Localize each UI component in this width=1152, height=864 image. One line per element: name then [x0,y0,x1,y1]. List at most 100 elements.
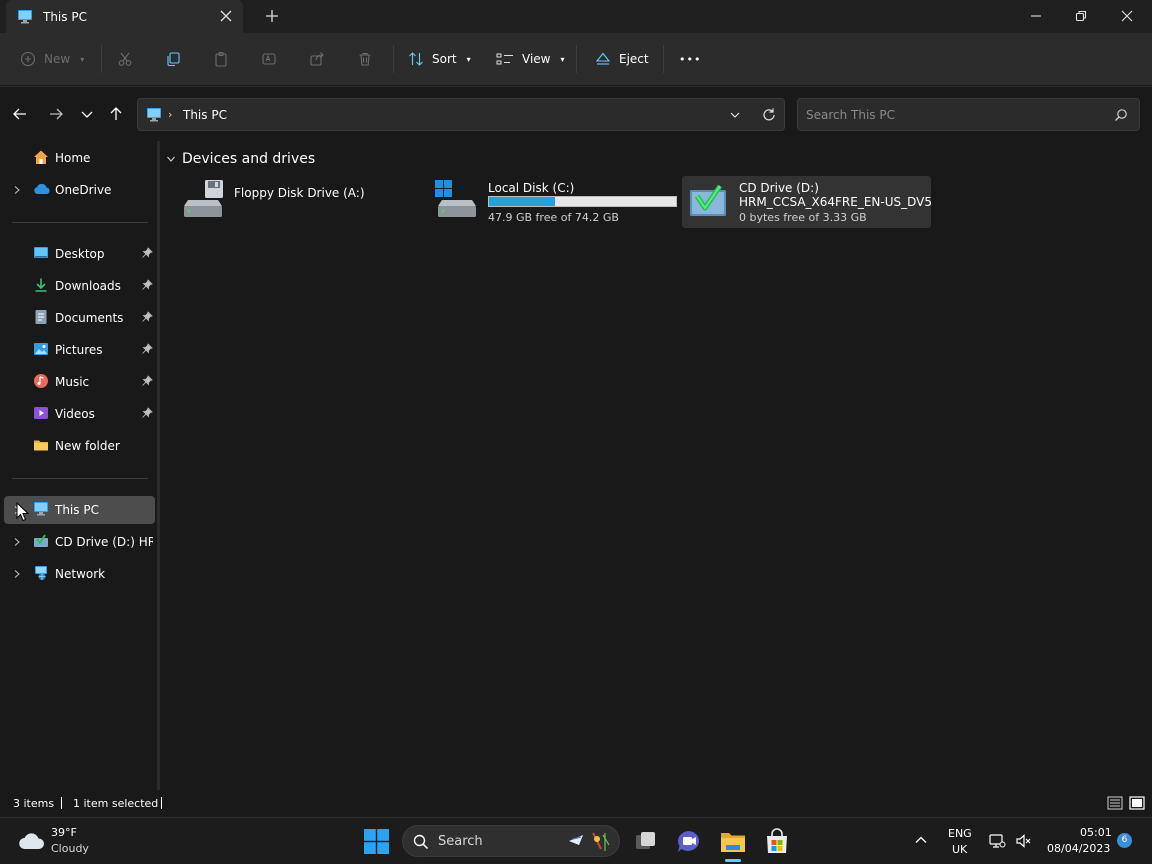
up-icon[interactable] [108,106,124,122]
sidebar-item-downloads[interactable]: Downloads [4,272,155,300]
music-icon [33,373,49,389]
search-box[interactable] [797,98,1140,131]
monitor-icon [33,501,49,516]
new-label: New [44,52,71,66]
group-header-devices[interactable]: Devices and drives [166,151,315,167]
group-title: Devices and drives [182,151,316,167]
forward-icon[interactable] [48,106,64,122]
volume-muted-icon[interactable] [1015,833,1032,849]
share-icon [309,51,325,67]
sidebar-item-label: This PC [55,503,99,517]
search-icon[interactable] [1114,108,1128,122]
breadcrumb-this-pc[interactable]: This PC [183,108,227,122]
status-divider [161,797,162,809]
separator [663,45,664,73]
mouse-cursor-icon [16,502,29,522]
tab-this-pc[interactable]: This PC [6,0,243,33]
file-list: Devices and drives Floppy Disk Drive (A:… [160,141,1152,790]
weather-condition[interactable]: Cloudy [51,842,89,855]
pin-icon[interactable] [141,375,153,387]
input-language[interactable]: ENG [948,827,972,840]
rename-button[interactable] [261,33,277,85]
address-field[interactable]: › This PC [137,98,785,131]
sidebar-item-videos[interactable]: Videos [4,400,155,428]
sidebar-item-label: Documents [55,311,124,325]
sort-icon [408,51,424,67]
close-window-icon[interactable] [1119,8,1135,24]
sidebar-item-music[interactable]: Music [4,368,155,396]
drive-free-space: 47.9 GB free of 74.2 GB [488,211,619,224]
sidebar-item-new-folder[interactable]: New folder [4,432,155,460]
drive-volume-label: HRM_CCSA_X64FRE_EN-US_DV5 [739,195,932,209]
teams-chat-icon[interactable] [672,825,706,859]
back-icon[interactable] [12,106,28,122]
input-region[interactable]: UK [952,843,967,856]
pin-icon[interactable] [141,279,153,291]
task-view-icon[interactable] [629,825,663,859]
eject-icon [595,51,611,67]
chevron-down-icon: ▾ [560,54,565,64]
chevron-up-icon[interactable] [914,833,928,847]
drive-usage-bar [488,196,677,207]
trash-icon [357,51,373,67]
sidebar-item-cd-drive[interactable]: CD Drive (D:) HRM_ [4,528,155,556]
sidebar-item-label: CD Drive (D:) HRM_ [55,535,153,549]
sidebar-item-home[interactable]: Home [4,144,155,172]
cut-button[interactable] [117,33,133,85]
drive-free-space: 0 bytes free of 3.33 GB [739,211,867,224]
network-status-icon[interactable] [989,833,1006,849]
drive-cd-d[interactable]: CD Drive (D:) HRM_CCSA_X64FRE_EN-US_DV5 … [682,176,932,228]
pin-icon[interactable] [141,247,153,259]
details-view-icon[interactable] [1107,796,1123,810]
new-button[interactable]: New ▾ [20,33,84,85]
drive-floppy-a[interactable]: Floppy Disk Drive (A:) [177,176,426,228]
sidebar-item-label: New folder [55,439,120,453]
notification-badge[interactable]: 6 [1117,833,1132,848]
minimize-icon[interactable] [1028,8,1044,24]
pin-icon[interactable] [141,407,153,419]
folder-icon [33,437,49,453]
sidebar-item-desktop[interactable]: Desktop [4,240,155,268]
eject-button[interactable]: Eject [595,33,649,85]
more-options-button[interactable]: ••• [679,33,701,85]
cd-drive-icon [33,533,49,549]
selection-count: 1 item selected [73,797,159,810]
video-icon [33,405,49,421]
share-button[interactable] [309,33,325,85]
view-button[interactable]: View ▾ [496,33,565,85]
copy-button[interactable] [165,33,181,85]
delete-button[interactable] [357,33,373,85]
cloud-icon[interactable] [18,830,46,852]
chevron-right-icon[interactable] [12,537,22,547]
drive-local-c[interactable]: Local Disk (C:) 47.9 GB free of 74.2 GB [431,176,680,228]
chevron-right-icon[interactable] [12,185,22,195]
paste-button[interactable] [213,33,229,85]
sidebar-item-network[interactable]: Network [4,560,155,588]
taskbar-search[interactable]: Search [402,825,620,857]
refresh-icon[interactable] [761,107,777,123]
microsoft-store-icon[interactable] [760,825,794,859]
more-icon: ••• [679,52,702,66]
rename-icon [261,51,277,67]
chevron-down-icon [166,154,176,164]
sidebar-item-onedrive[interactable]: OneDrive [4,176,155,204]
windows-start-icon[interactable] [364,829,389,854]
pin-icon[interactable] [141,311,153,323]
weather-temperature[interactable]: 39°F [51,826,77,839]
new-tab-button[interactable] [264,8,280,24]
pin-icon[interactable] [141,343,153,355]
chevron-right-icon[interactable] [12,569,22,579]
network-icon [33,565,49,581]
search-input[interactable] [806,106,1096,124]
close-tab-icon[interactable] [219,9,233,23]
sort-button[interactable]: Sort ▾ [408,33,471,85]
tiles-view-icon[interactable] [1129,796,1145,810]
chevron-down-icon[interactable] [729,109,741,121]
sidebar-item-documents[interactable]: Documents [4,304,155,332]
recent-locations-icon[interactable] [79,106,95,122]
clock-time[interactable]: 05:01 [1080,826,1112,839]
file-explorer-icon[interactable] [716,825,750,862]
sidebar-item-pictures[interactable]: Pictures [4,336,155,364]
restore-icon[interactable] [1073,8,1089,24]
clock-date[interactable]: 08/04/2023 [1047,842,1110,855]
